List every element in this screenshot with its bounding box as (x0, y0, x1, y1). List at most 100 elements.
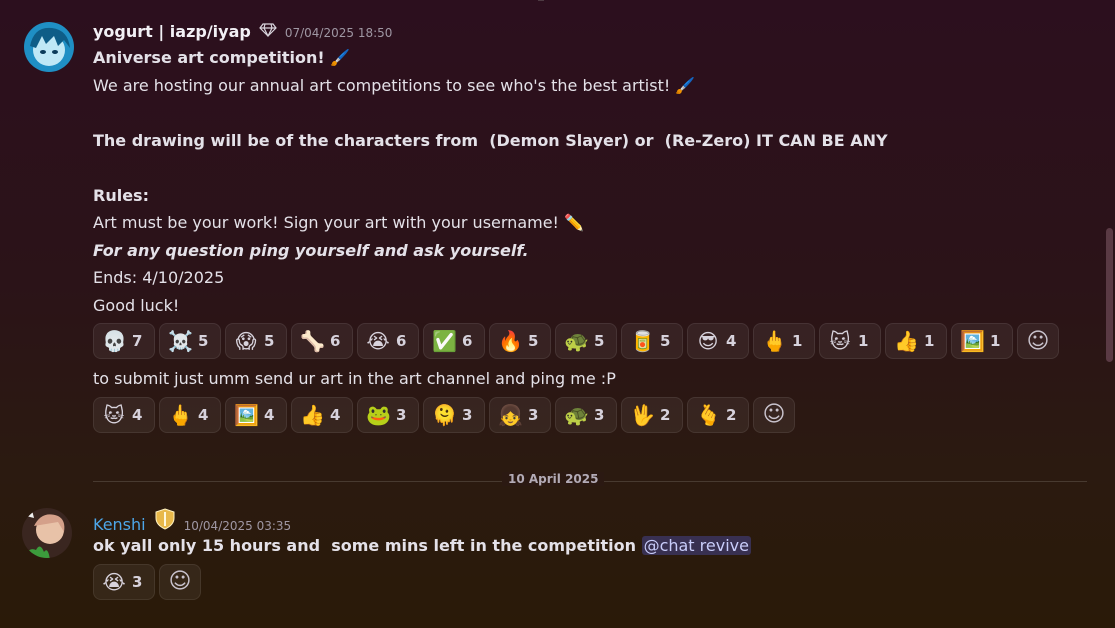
add-reaction-button[interactable]: ☺ (159, 563, 201, 600)
smiley-add-icon: ☺ (168, 569, 192, 594)
reaction-button[interactable]: 🖼️ 4 (225, 396, 287, 433)
reaction-button[interactable]: 👧 3 (489, 396, 551, 433)
reaction-count: 6 (330, 332, 341, 350)
reaction-count: 3 (396, 405, 407, 424)
message-line: to submit just umm send ur art in the ar… (93, 369, 616, 388)
reaction-count: 6 (396, 332, 407, 350)
reaction-count: 6 (462, 332, 473, 350)
reaction-count: 2 (726, 405, 737, 424)
reaction-button[interactable]: 😎 4 (687, 323, 749, 359)
reaction-button[interactable]: ☠️ 5 (159, 323, 221, 359)
reaction-emoji: 🖕 (168, 402, 193, 427)
reaction-emoji: 😱 (235, 329, 257, 353)
date-divider-label: 10 April 2025 (502, 472, 605, 486)
scroll-marker (538, 0, 544, 1)
reaction-count: 1 (990, 332, 1001, 350)
reaction-emoji: 🖖 (630, 402, 655, 427)
reaction-count: 5 (594, 332, 605, 350)
reaction-emoji: 🖼️ (234, 402, 259, 427)
reaction-emoji: 🔥 (498, 329, 523, 353)
timestamp: 07/04/2025 18:50 (284, 26, 393, 40)
diamond-icon (259, 23, 277, 37)
reaction-count: 4 (198, 405, 209, 424)
reaction-button[interactable]: 🐢 3 (555, 396, 617, 433)
reaction-bar: 🐱 4 🖕 4 🖼️ 4 👍 4 🐸 3 🫠 3 👧 3 🐢 3 🖖 2 🫰 2 ☺ (93, 396, 1095, 433)
smiley-add-icon: ☺ (762, 402, 786, 427)
reaction-emoji: 🐢 (564, 402, 589, 427)
reaction-emoji: ☠️ (168, 329, 193, 353)
reaction-button[interactable]: 🐸 3 (357, 396, 419, 433)
reaction-count: 3 (462, 405, 473, 424)
avatar[interactable] (22, 508, 72, 558)
reaction-button[interactable]: 👍 4 (291, 396, 353, 433)
reaction-emoji: 🫰 (696, 402, 721, 427)
reaction-emoji: 🐱 (829, 329, 851, 353)
reaction-emoji: 😎 (697, 329, 719, 353)
message-line: ok yall only 15 hours and some mins left… (93, 532, 1095, 560)
reaction-bar: 😭 3 ☺ (93, 563, 1095, 600)
reaction-count: 1 (792, 332, 803, 350)
mention-chat-revive[interactable]: @chat revive (641, 536, 751, 555)
reaction-button[interactable]: 😭 3 (93, 563, 155, 600)
reaction-button[interactable]: 🫰 2 (687, 396, 749, 433)
reaction-button[interactable]: 🐢 5 (555, 323, 617, 359)
message-line: Art must be your work! Sign your art wit… (93, 213, 584, 232)
reaction-count: 5 (528, 332, 539, 350)
reaction-count: 3 (528, 405, 539, 424)
reaction-count: 1 (858, 332, 869, 350)
reaction-count: 5 (198, 332, 209, 350)
timestamp: 10/04/2025 03:35 (183, 519, 292, 533)
reaction-count: 5 (660, 332, 671, 350)
reaction-emoji: 😭 (366, 329, 390, 353)
reaction-emoji: 🐸 (366, 402, 391, 427)
reaction-count: 4 (132, 405, 143, 424)
smiley-add-icon: ☺ (1026, 328, 1050, 354)
reaction-count: 3 (132, 572, 143, 591)
reaction-emoji: 👍 (300, 402, 325, 427)
scrollbar-thumb[interactable] (1106, 228, 1113, 362)
reaction-count: 1 (924, 332, 935, 350)
reaction-emoji: 🫠 (432, 402, 457, 427)
reaction-emoji: 😭 (102, 569, 126, 594)
reaction-button[interactable]: 🐱 4 (93, 396, 155, 433)
reaction-button[interactable]: 🦴 6 (291, 323, 353, 359)
reaction-button[interactable]: 😱 5 (225, 323, 287, 359)
reaction-emoji: 🐱 (103, 402, 125, 427)
message-line: We are hosting our annual art competitio… (93, 75, 696, 95)
reaction-button[interactable]: 🔥 5 (489, 323, 551, 359)
message-line: Aniverse art competition! 🖌️ (93, 48, 351, 67)
reaction-button[interactable]: 🖼️ 1 (951, 323, 1013, 359)
reaction-count: 4 (264, 405, 275, 424)
reaction-emoji: 🖼️ (960, 329, 985, 353)
reaction-count: 7 (132, 332, 143, 350)
message-text: ok yall only 15 hours and some mins left… (93, 536, 642, 555)
message-line: Good luck! (93, 295, 180, 315)
reaction-button[interactable]: 😭 6 (357, 323, 419, 359)
reaction-button[interactable]: 👍 1 (885, 323, 947, 359)
reaction-count: 3 (594, 405, 605, 424)
reaction-emoji: 🦴 (300, 329, 325, 353)
reaction-count: 5 (264, 332, 275, 350)
reaction-button[interactable]: ✅ 6 (423, 323, 485, 359)
reaction-count: 4 (726, 332, 737, 350)
reaction-button[interactable]: 🖖 2 (621, 396, 683, 433)
add-reaction-button[interactable]: ☺ (753, 396, 795, 433)
avatar[interactable] (24, 22, 74, 72)
reaction-button[interactable]: 🐱 1 (819, 323, 881, 359)
reaction-emoji: 💀 (102, 329, 127, 353)
author-name[interactable]: yogurt | iazp/iyap (93, 22, 251, 41)
reaction-count: 2 (660, 405, 671, 424)
reaction-emoji: 🐢 (564, 329, 589, 353)
reaction-emoji: 👍 (894, 329, 919, 353)
reaction-button[interactable]: 💀 7 (93, 323, 155, 359)
reaction-emoji: 🖕 (762, 329, 787, 353)
reaction-button[interactable]: 🥫 5 (621, 323, 683, 359)
message-line: Ends: 4/10/2025 (93, 268, 225, 287)
reaction-emoji: ✅ (432, 329, 457, 353)
message-line: The drawing will be of the characters fr… (93, 130, 888, 150)
add-reaction-button[interactable]: ☺ (1017, 323, 1059, 359)
reaction-button[interactable]: 🫠 3 (423, 396, 485, 433)
reaction-button[interactable]: 🖕 1 (753, 323, 815, 359)
message-line: For any question ping yourself and ask y… (93, 240, 529, 260)
reaction-button[interactable]: 🖕 4 (159, 396, 221, 433)
